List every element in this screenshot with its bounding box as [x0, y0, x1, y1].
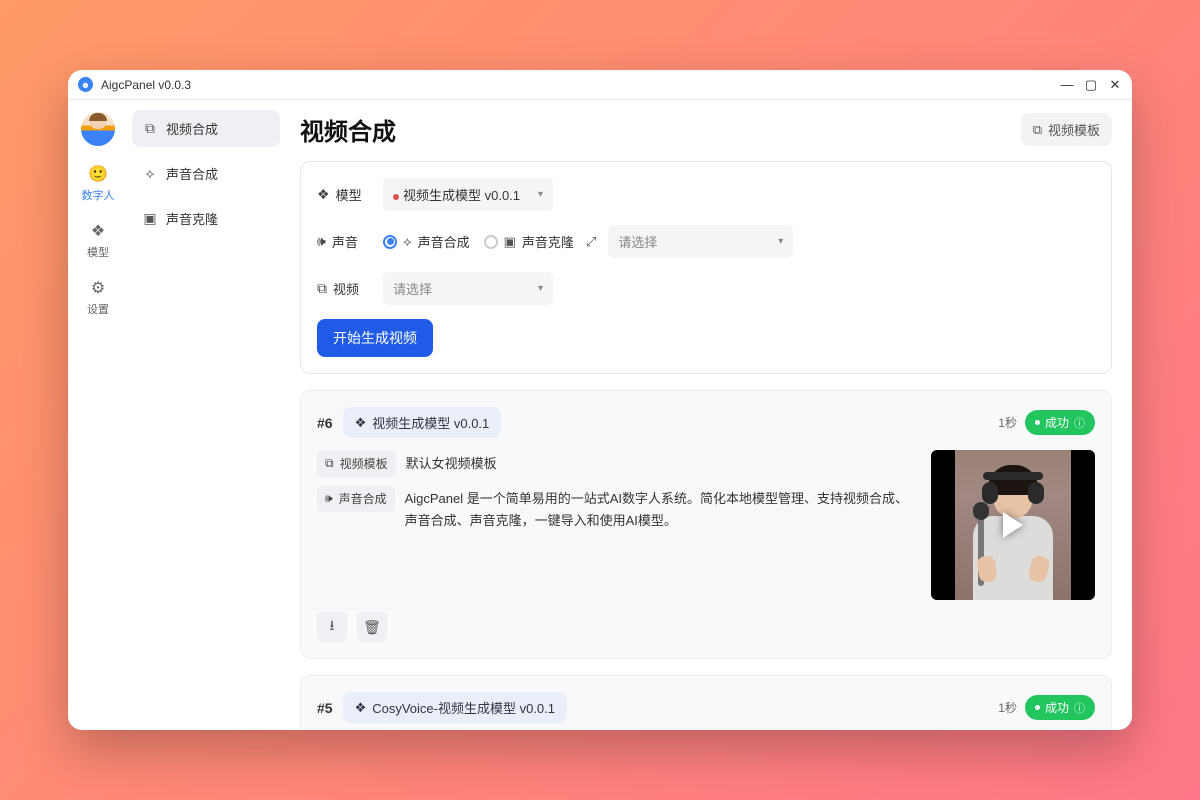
info-icon: ⓘ — [1074, 415, 1085, 431]
model-select-value: 视频生成模型 v0.0.1 — [403, 188, 520, 203]
rail-item-digital-human[interactable]: 🙂 数字人 — [82, 164, 115, 203]
task-model-chip: ❖ 视频生成模型 v0.0.1 — [343, 407, 502, 438]
video-thumbnail[interactable] — [931, 450, 1095, 600]
task-model-name: 视频生成模型 v0.0.1 — [372, 413, 489, 432]
status-text: 成功 — [1045, 699, 1069, 716]
close-button[interactable]: ✕ — [1108, 77, 1122, 93]
info-icon: ⓘ — [1074, 700, 1085, 716]
voice-clone-icon: ▣ — [504, 234, 516, 250]
app-logo-icon: ☻ — [78, 77, 93, 92]
status-text: 成功 — [1045, 414, 1069, 431]
status-badge: 成功 ⓘ — [1025, 410, 1095, 435]
cube-icon: ❖ — [355, 700, 367, 716]
voice-synth-tag: 🕪 声音合成 — [317, 485, 395, 512]
rail-item-settings[interactable]: ⚙ 设置 — [87, 278, 109, 317]
video-template-button[interactable]: ⧉ 视频模板 — [1021, 113, 1112, 146]
audio-label: 声音 — [332, 232, 358, 251]
template-icon: ⧉ — [1033, 122, 1042, 138]
voice-synth-tag-label: 声音合成 — [339, 490, 387, 507]
titlebar: ☻ AigcPanel v0.0.3 — ▢ ✕ — [68, 70, 1132, 100]
template-icon: ⧉ — [325, 456, 334, 471]
task-model-name: CosyVoice-视频生成模型 v0.0.1 — [372, 698, 555, 717]
radio-label: 声音合成 — [418, 232, 470, 251]
main-content: 视频合成 ⧉ 视频模板 ❖ 模型 视频生成模型 v0.0.1 ▾ — [288, 100, 1132, 730]
template-value: 默认女视频模板 — [406, 450, 497, 475]
maximize-button[interactable]: ▢ — [1084, 77, 1098, 93]
voice-icon: ⟡ — [142, 165, 158, 182]
speaker-icon: 🕪 — [317, 233, 326, 250]
task-card: #6 ❖ 视频生成模型 v0.0.1 1秒 成功 ⓘ — [300, 390, 1112, 659]
expand-icon: ⤢ — [586, 234, 596, 250]
avatar[interactable] — [81, 112, 115, 146]
cube-icon: ❖ — [355, 415, 367, 431]
delete-button[interactable]: 🗑 — [357, 612, 387, 642]
minimize-button[interactable]: — — [1060, 77, 1074, 93]
sidebar-item-video-synth[interactable]: ⧉ 视频合成 — [132, 110, 280, 147]
status-dot-icon — [393, 194, 399, 200]
app-window: ☻ AigcPanel v0.0.3 — ▢ ✕ 🙂 数字人 ❖ 模型 ⚙ 设置 — [68, 70, 1132, 730]
sidebar: ⧉ 视频合成 ⟡ 声音合成 ▣ 声音克隆 — [128, 100, 288, 730]
status-badge: 成功 ⓘ — [1025, 695, 1095, 720]
rail-item-models[interactable]: ❖ 模型 — [87, 221, 109, 260]
video-select-placeholder: 请选择 — [393, 279, 432, 298]
rail-label: 设置 — [87, 301, 109, 317]
app-title: AigcPanel v0.0.3 — [101, 78, 191, 92]
sidebar-item-label: 声音合成 — [166, 164, 218, 183]
download-button[interactable]: ⭳ — [317, 612, 347, 642]
task-duration: 1秒 — [998, 414, 1017, 431]
cube-icon: ❖ — [91, 221, 105, 241]
model-label: 模型 — [336, 185, 362, 204]
video-icon: ⧉ — [317, 280, 327, 297]
model-select[interactable]: 视频生成模型 v0.0.1 ▾ — [383, 178, 553, 211]
template-button-label: 视频模板 — [1048, 120, 1100, 139]
gear-icon: ⚙ — [91, 278, 105, 298]
sidebar-item-voice-clone[interactable]: ▣ 声音克隆 — [132, 200, 280, 237]
rail-label: 数字人 — [82, 187, 115, 203]
radio-voice-clone[interactable]: ▣ 声音克隆 — [484, 232, 574, 251]
voice-synth-text: AigcPanel 是一个简单易用的一站式AI数字人系统。简化本地模型管理、支持… — [405, 485, 917, 532]
chevron-down-icon: ▾ — [538, 189, 543, 200]
task-duration: 1秒 — [998, 699, 1017, 716]
chevron-down-icon: ▾ — [538, 283, 543, 294]
speaker-icon: 🕪 — [325, 491, 333, 506]
audio-select-placeholder: 请选择 — [618, 232, 657, 251]
radio-voice-synth[interactable]: ⟡ 声音合成 — [383, 232, 470, 251]
rail-label: 模型 — [87, 244, 109, 260]
template-tag-label: 视频模板 — [340, 455, 388, 472]
play-icon — [1003, 512, 1023, 538]
sidebar-item-label: 声音克隆 — [166, 209, 218, 228]
download-icon: ⭳ — [330, 615, 335, 639]
task-card: #5 ❖ CosyVoice-视频生成模型 v0.0.1 1秒 成功 ⓘ — [300, 675, 1112, 730]
page-title: 视频合成 — [300, 112, 396, 147]
task-number: #5 — [317, 700, 333, 716]
sidebar-item-label: 视频合成 — [166, 119, 218, 138]
digital-human-icon: 🙂 — [88, 164, 108, 184]
video-label: 视频 — [333, 279, 359, 298]
video-select[interactable]: 请选择 ▾ — [383, 272, 553, 305]
chevron-down-icon: ▾ — [778, 236, 783, 247]
audio-source-radio-group: ⟡ 声音合成 ▣ 声音克隆 — [383, 232, 574, 251]
generate-button[interactable]: 开始生成视频 — [317, 319, 433, 357]
radio-label: 声音克隆 — [522, 232, 574, 251]
audio-select[interactable]: 请选择 ▾ — [608, 225, 793, 258]
task-number: #6 — [317, 415, 333, 431]
trash-icon: 🗑 — [363, 619, 381, 636]
sidebar-item-voice-synth[interactable]: ⟡ 声音合成 — [132, 155, 280, 192]
task-model-chip: ❖ CosyVoice-视频生成模型 v0.0.1 — [343, 692, 567, 723]
clone-icon: ▣ — [142, 210, 158, 227]
model-icon: ❖ — [317, 186, 330, 203]
voice-synth-icon: ⟡ — [403, 234, 412, 250]
video-icon: ⧉ — [142, 120, 158, 137]
template-tag: ⧉ 视频模板 — [317, 450, 396, 477]
nav-rail: 🙂 数字人 ❖ 模型 ⚙ 设置 — [68, 100, 128, 730]
form-card: ❖ 模型 视频生成模型 v0.0.1 ▾ 🕪 声音 — [300, 161, 1112, 374]
